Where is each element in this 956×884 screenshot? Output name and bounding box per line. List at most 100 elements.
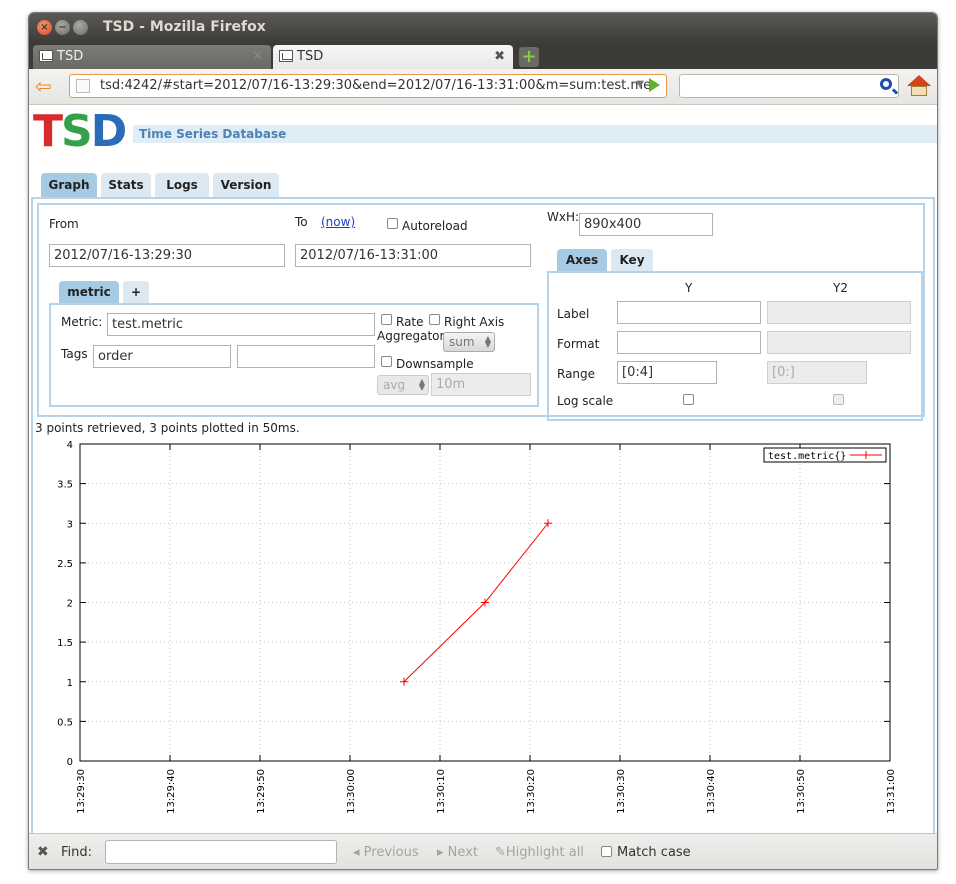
y-label-input[interactable] [617,301,761,324]
metric-label: Metric: [61,315,103,329]
header-subtitle: Time Series Database [139,127,287,141]
tab-logs[interactable]: Logs [155,173,209,197]
window-maximize-button[interactable] [73,20,88,35]
tsd-logo: TSD [33,106,127,157]
y-tick-label: 3.5 [57,480,73,491]
x-tick-label: 13:31:00 [886,769,897,814]
find-input[interactable] [105,840,337,864]
y2-range-input[interactable]: [0:] [767,361,867,384]
site-identity-icon[interactable] [76,79,90,93]
rate-label: Rate [396,315,424,329]
graph-panel: From 2012/07/16-13:29:30 To (now) Autore… [31,197,935,833]
y2-log-scale-checkbox[interactable] [833,394,844,405]
to-input[interactable]: 2012/07/16-13:31:00 [295,244,531,267]
browser-tabstrip: TSD ✕ TSD ✖ + [29,43,937,69]
page-content: TSD Time Series Database Graph Stats Log… [29,105,937,833]
go-arrow-icon[interactable] [649,78,660,92]
aggregator-value: sum [449,335,475,349]
y-format-input[interactable] [617,331,761,354]
back-arrow-icon[interactable]: ⇦ [35,76,55,96]
status-text: 3 points retrieved, 3 points plotted in … [35,421,300,435]
match-case-checkbox[interactable] [601,846,612,857]
tab-axes[interactable]: Axes [557,249,607,271]
x-tick-label: 13:30:20 [526,769,537,814]
x-tick-label: 13:29:30 [76,769,87,814]
to-label: To [295,215,308,229]
browser-window: × − TSD - Mozilla Firefox TSD ✕ TSD ✖ + … [28,12,938,870]
tag-value-input[interactable] [237,345,375,368]
highlight-icon: ✎ [495,845,506,860]
x-axis-ticks: 13:29:30 13:29:40 13:29:50 13:30:00 13:30:10… [76,444,897,814]
close-tab-icon[interactable]: ✕ [252,49,263,64]
axis-label-row-label: Label [557,307,590,321]
next-arrow-icon: ▸ [437,845,448,860]
home-icon[interactable] [907,75,931,97]
tab-metric[interactable]: metric [59,281,119,303]
from-input[interactable]: 2012/07/16-13:29:30 [49,244,285,267]
previous-arrow-icon: ◂ [353,845,364,860]
y2-label-input[interactable] [767,301,911,324]
x-tick-label: 13:30:00 [346,769,357,814]
x-tick-label: 13:30:50 [796,769,807,814]
find-previous-button[interactable]: ◂ Previous [353,845,419,860]
titlebar: × − TSD - Mozilla Firefox [29,13,937,43]
graph-image: 00.511.522.533.54 13:29:30 13:29:40 13:29:… [57,440,897,814]
browser-tab-1[interactable]: TSD ✕ [33,45,271,69]
search-icon[interactable] [880,78,892,90]
chevron-down-icon[interactable]: ▼ [636,79,644,90]
find-next-button[interactable]: ▸ Next [437,845,478,860]
url-bar[interactable]: tsd:4242/#start=2012/07/16-13:29:30&end=… [69,74,667,98]
page: × − TSD - Mozilla Firefox TSD ✕ TSD ✖ + … [0,0,956,884]
rate-checkbox[interactable] [381,314,392,325]
y2-format-input[interactable] [767,331,911,354]
format-row-label: Format [557,337,600,351]
y-axis-ticks: 0 0.5 1 1.5 2 2.5 3 3.5 4 [57,440,890,768]
chart-icon [279,50,293,62]
autoreload-label: Autoreload [402,219,468,233]
highlight-all-button[interactable]: ✎Highlight all [495,845,584,860]
y-log-scale-checkbox[interactable] [683,394,694,405]
logo-letter-t: T [33,106,63,157]
y-range-input[interactable]: [0:4] [617,361,717,384]
window-minimize-button[interactable]: − [55,20,70,35]
aggregator-select[interactable]: sum ▲ ▼ [443,332,495,352]
window-close-button[interactable]: × [37,20,52,35]
browser-tab-2[interactable]: TSD ✖ [273,45,513,69]
y-tick-label: 2.5 [57,559,73,570]
now-link[interactable]: (now) [321,215,355,229]
y-tick-label: 0 [67,757,73,768]
wxh-input[interactable]: 890x400 [579,213,713,236]
match-case-label: Match case [617,845,691,860]
close-tab-icon[interactable]: ✖ [494,49,505,64]
browser-tab-label: TSD [297,49,324,64]
find-next-label: Next [447,845,478,860]
x-tick-label: 13:29:40 [166,769,177,814]
downsample-checkbox[interactable] [381,356,392,367]
tab-add-metric[interactable]: + [123,281,149,303]
window-title: TSD - Mozilla Firefox [103,19,266,35]
tab-stats[interactable]: Stats [101,173,151,197]
search-input[interactable] [679,74,899,98]
tab-graph[interactable]: Graph [41,173,97,197]
axes-box: Y Y2 Label Format Range [0:4] [0:] Log s… [547,271,923,421]
close-find-bar-icon[interactable]: ✖ [37,844,49,860]
y-tick-label: 3 [67,519,73,530]
new-tab-button[interactable]: + [519,47,539,67]
downsample-function-value: avg [383,378,406,392]
find-previous-label: Previous [363,845,419,860]
x-tick-label: 13:30:40 [706,769,717,814]
autoreload-checkbox[interactable] [387,218,398,229]
tab-version[interactable]: Version [213,173,279,197]
downsample-interval-input[interactable]: 10m [431,373,531,396]
tag-key-input[interactable]: order [93,345,231,368]
y-tick-label: 0.5 [57,717,73,728]
tags-label: Tags [61,347,88,361]
tab-key[interactable]: Key [611,249,653,271]
find-label: Find: [61,845,93,860]
y-tick-label: 4 [67,440,73,451]
metric-input[interactable]: test.metric [107,313,375,336]
wxh-label: WxH: [547,210,580,224]
x-tick-label: 13:29:50 [256,769,267,814]
downsample-function-select[interactable]: avg ▲ ▼ [377,375,429,395]
right-axis-checkbox[interactable] [429,314,440,325]
